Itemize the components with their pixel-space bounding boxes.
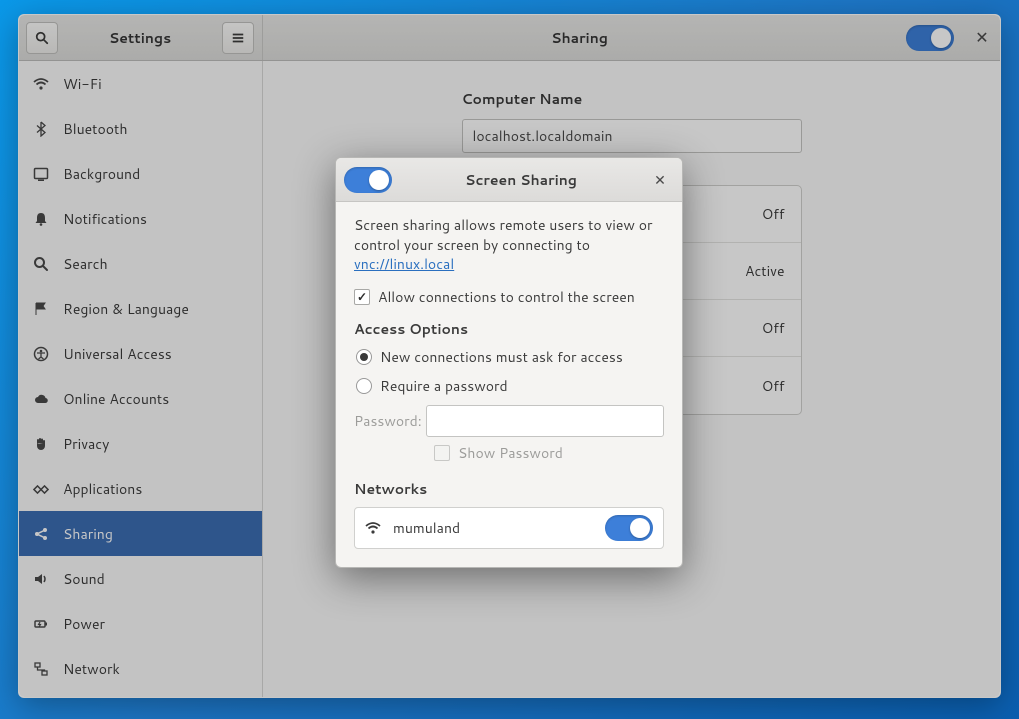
dialog-description: Screen sharing allows remote users to vi… bbox=[354, 216, 664, 275]
radio-ask[interactable] bbox=[356, 349, 372, 365]
network-toggle[interactable] bbox=[605, 515, 653, 541]
allow-control-label: Allow connections to control the screen bbox=[378, 287, 635, 307]
radio-ask-label: New connections must ask for access bbox=[380, 347, 623, 367]
desc-text: Screen sharing allows remote users to vi… bbox=[354, 215, 652, 255]
networks-label: Networks bbox=[354, 479, 664, 499]
dialog-close-button[interactable]: ✕ bbox=[646, 166, 674, 194]
screen-sharing-toggle[interactable] bbox=[344, 167, 392, 193]
password-input bbox=[426, 405, 664, 437]
vnc-link[interactable]: vnc://linux.local bbox=[354, 254, 454, 274]
network-name: mumuland bbox=[393, 518, 593, 538]
radio-password[interactable] bbox=[356, 378, 372, 394]
password-label: Password: bbox=[354, 411, 418, 431]
radio-password-label: Require a password bbox=[380, 376, 508, 396]
close-icon: ✕ bbox=[654, 170, 666, 190]
show-password-row: Show Password bbox=[434, 443, 664, 463]
radio-password-row[interactable]: Require a password bbox=[356, 376, 664, 396]
radio-ask-row[interactable]: New connections must ask for access bbox=[356, 347, 664, 367]
access-options-label: Access Options bbox=[354, 319, 664, 339]
dialog-body: Screen sharing allows remote users to vi… bbox=[336, 202, 682, 567]
allow-control-checkbox[interactable] bbox=[354, 289, 370, 305]
dialog-header: Screen Sharing ✕ bbox=[336, 158, 682, 202]
network-row: mumuland bbox=[354, 507, 664, 549]
show-password-label: Show Password bbox=[458, 443, 563, 463]
wifi-icon bbox=[365, 520, 381, 536]
show-password-checkbox bbox=[434, 445, 450, 461]
allow-control-row[interactable]: Allow connections to control the screen bbox=[354, 287, 664, 307]
dialog-title: Screen Sharing bbox=[396, 170, 646, 190]
screen-sharing-dialog: Screen Sharing ✕ Screen sharing allows r… bbox=[335, 157, 683, 568]
password-row: Password: bbox=[354, 405, 664, 437]
